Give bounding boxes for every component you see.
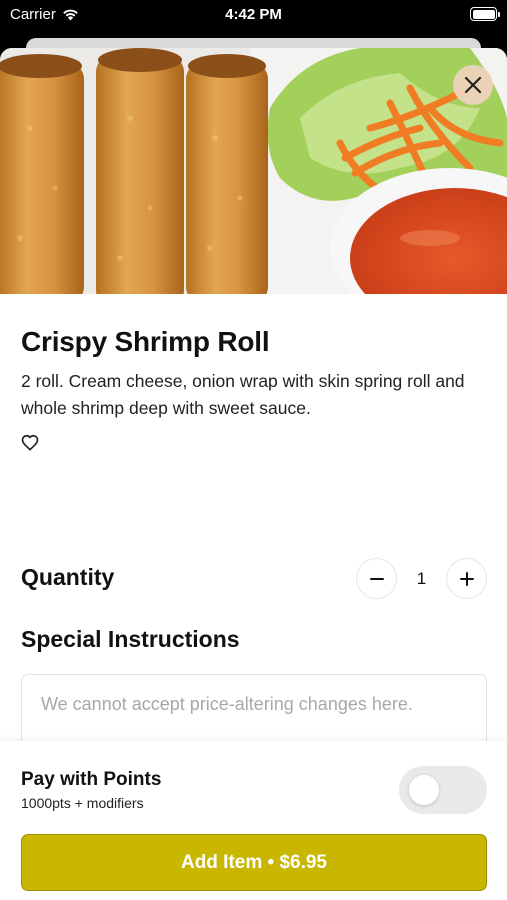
item-detail-sheet: Crispy Shrimp Roll 2 roll. Cream cheese,… — [0, 48, 507, 900]
quantity-stepper: 1 — [356, 558, 488, 600]
pay-with-points-title: Pay with Points — [21, 769, 162, 790]
battery-icon — [470, 7, 500, 21]
minus-icon — [369, 577, 384, 580]
add-item-button[interactable]: Add Item • $6.95 — [21, 834, 487, 891]
item-title: Crispy Shrimp Roll — [21, 326, 270, 357]
status-bar: Carrier 4:42 PM — [0, 0, 507, 30]
heart-outline-icon — [21, 434, 39, 451]
favorite-button[interactable] — [21, 434, 41, 454]
increase-quantity-button[interactable] — [446, 558, 487, 599]
close-icon — [464, 76, 482, 94]
plus-icon — [459, 571, 474, 586]
toggle-knob — [409, 775, 439, 805]
decrease-quantity-button[interactable] — [356, 558, 397, 599]
item-photo — [0, 48, 507, 294]
pay-with-points-subtitle: 1000pts + modifiers — [21, 795, 144, 811]
clock: 4:42 PM — [225, 6, 282, 23]
close-button[interactable] — [453, 65, 493, 105]
quantity-value: 1 — [416, 569, 427, 588]
order-footer: Pay with Points 1000pts + modifiers Add … — [0, 741, 507, 900]
item-description: 2 roll. Cream cheese, onion wrap with sk… — [21, 371, 465, 418]
pay-with-points-toggle[interactable] — [399, 766, 487, 814]
special-instructions-label: Special Instructions — [21, 626, 240, 652]
quantity-label: Quantity — [21, 564, 115, 590]
